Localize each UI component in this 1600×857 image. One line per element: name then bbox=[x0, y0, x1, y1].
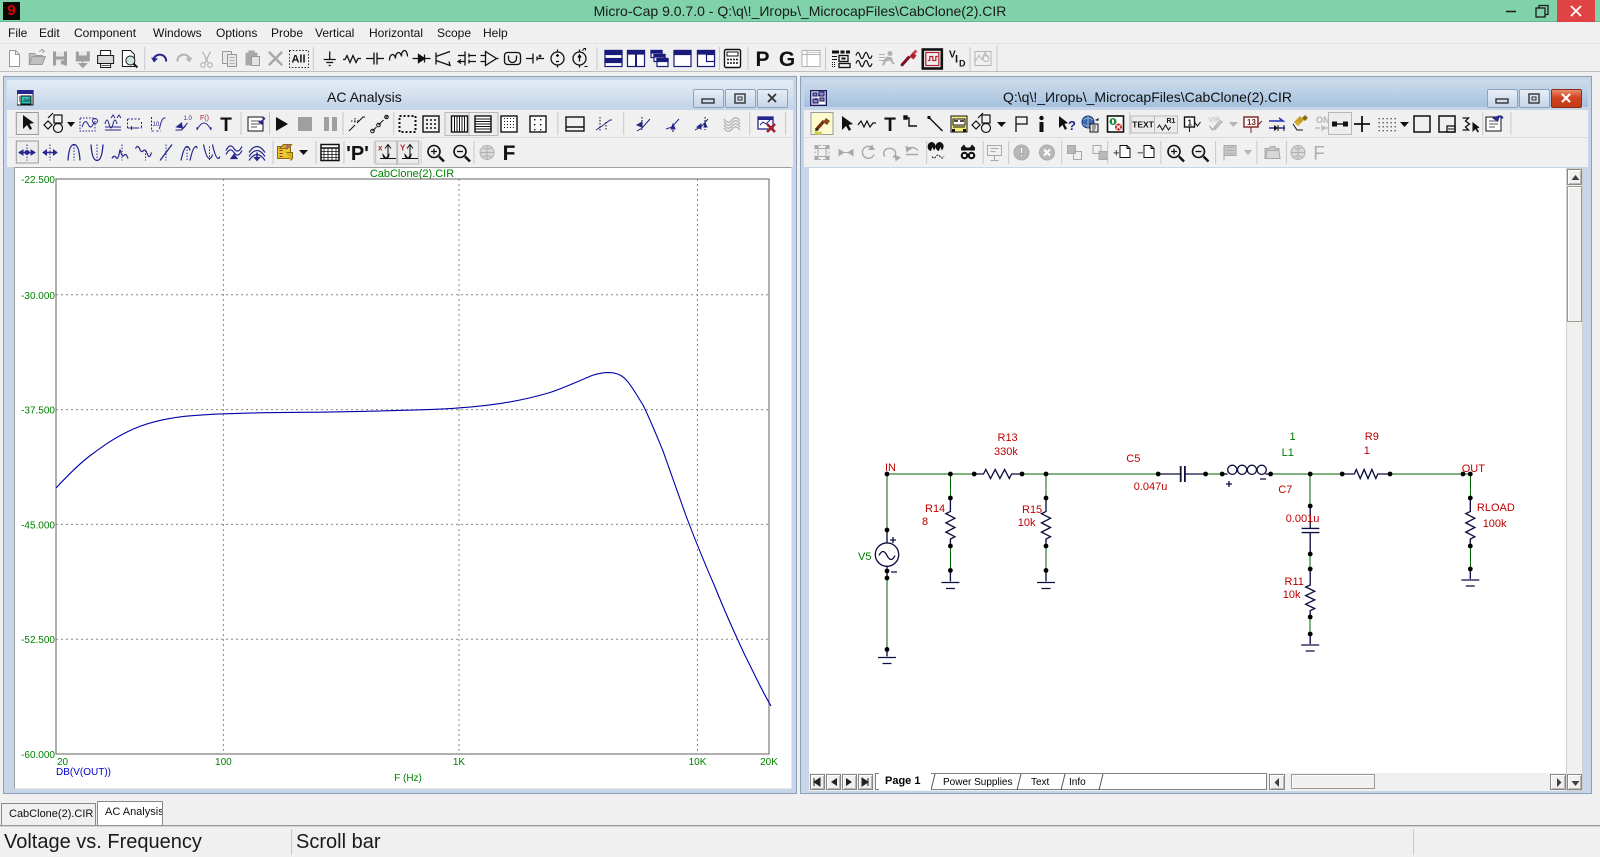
svg-text:ON: ON bbox=[1316, 115, 1330, 125]
svg-text:G: G bbox=[779, 48, 795, 71]
svg-text:Y: Y bbox=[400, 144, 406, 153]
svg-text:IN: IN bbox=[885, 462, 896, 474]
svg-text:8: 8 bbox=[922, 516, 928, 528]
svg-text:D: D bbox=[959, 59, 966, 69]
svg-text:10k: 10k bbox=[1283, 589, 1301, 601]
svg-text:R13: R13 bbox=[998, 432, 1018, 444]
svg-text:F: F bbox=[503, 142, 516, 165]
svg-text:20K: 20K bbox=[760, 757, 778, 768]
svg-text:R1: R1 bbox=[1167, 118, 1176, 125]
svg-text:R14: R14 bbox=[925, 503, 945, 515]
svg-text:R9: R9 bbox=[1365, 431, 1379, 443]
svg-text:T: T bbox=[884, 115, 896, 136]
svg-text:x: x bbox=[378, 144, 383, 153]
svg-text:100k: 100k bbox=[1483, 518, 1507, 530]
svg-text:-37.500: -37.500 bbox=[21, 406, 55, 417]
svg-text:1.0: 1.0 bbox=[184, 116, 193, 122]
svg-text:CabClone(2).CIR: CabClone(2).CIR bbox=[370, 168, 454, 180]
svg-text:-22.500: -22.500 bbox=[21, 175, 55, 186]
svg-text:10: 10 bbox=[153, 122, 160, 128]
svg-text:F: F bbox=[1313, 144, 1325, 165]
svg-text:-30.000: -30.000 bbox=[21, 291, 55, 302]
svg-text:1: 1 bbox=[1290, 431, 1296, 443]
svg-text:C7: C7 bbox=[1278, 484, 1292, 496]
svg-text:−: − bbox=[1137, 148, 1143, 160]
svg-text:TEXT: TEXT bbox=[1132, 120, 1155, 130]
svg-text:0.047u: 0.047u bbox=[1134, 481, 1168, 493]
svg-text:F(): F() bbox=[200, 115, 209, 122]
svg-text:L1: L1 bbox=[1282, 447, 1294, 459]
svg-text:C5: C5 bbox=[1126, 453, 1140, 465]
svg-text:1: 1 bbox=[1188, 119, 1193, 128]
svg-text:10k: 10k bbox=[1018, 517, 1036, 529]
svg-text:13: 13 bbox=[1247, 118, 1256, 127]
svg-text:DB(V(OUT)): DB(V(OUT)) bbox=[56, 767, 111, 778]
svg-text:-45.000: -45.000 bbox=[21, 520, 55, 531]
svg-text:-60.000: -60.000 bbox=[21, 750, 55, 761]
svg-text:?: ? bbox=[1068, 118, 1076, 133]
svg-text:P: P bbox=[755, 48, 769, 71]
svg-text:I: I bbox=[955, 54, 958, 66]
svg-text:R11: R11 bbox=[1285, 576, 1304, 588]
svg-text:V5: V5 bbox=[858, 551, 871, 563]
svg-text:RLOAD: RLOAD bbox=[1477, 502, 1515, 514]
svg-text:10K: 10K bbox=[689, 757, 707, 768]
svg-text:100: 100 bbox=[215, 757, 232, 768]
svg-text:-52.500: -52.500 bbox=[21, 635, 55, 646]
svg-text:1: 1 bbox=[1364, 445, 1370, 457]
svg-text:1K: 1K bbox=[453, 757, 466, 768]
svg-text:+: + bbox=[1113, 148, 1119, 160]
svg-text:330k: 330k bbox=[994, 446, 1018, 458]
svg-text:0.001u: 0.001u bbox=[1286, 513, 1320, 525]
svg-text:R15: R15 bbox=[1022, 504, 1042, 516]
svg-text:T: T bbox=[220, 115, 232, 136]
svg-text:All: All bbox=[291, 54, 305, 66]
svg-text:F (Hz): F (Hz) bbox=[394, 773, 422, 784]
svg-text:OUT: OUT bbox=[1462, 463, 1486, 475]
svg-text:'P': 'P' bbox=[346, 143, 369, 165]
